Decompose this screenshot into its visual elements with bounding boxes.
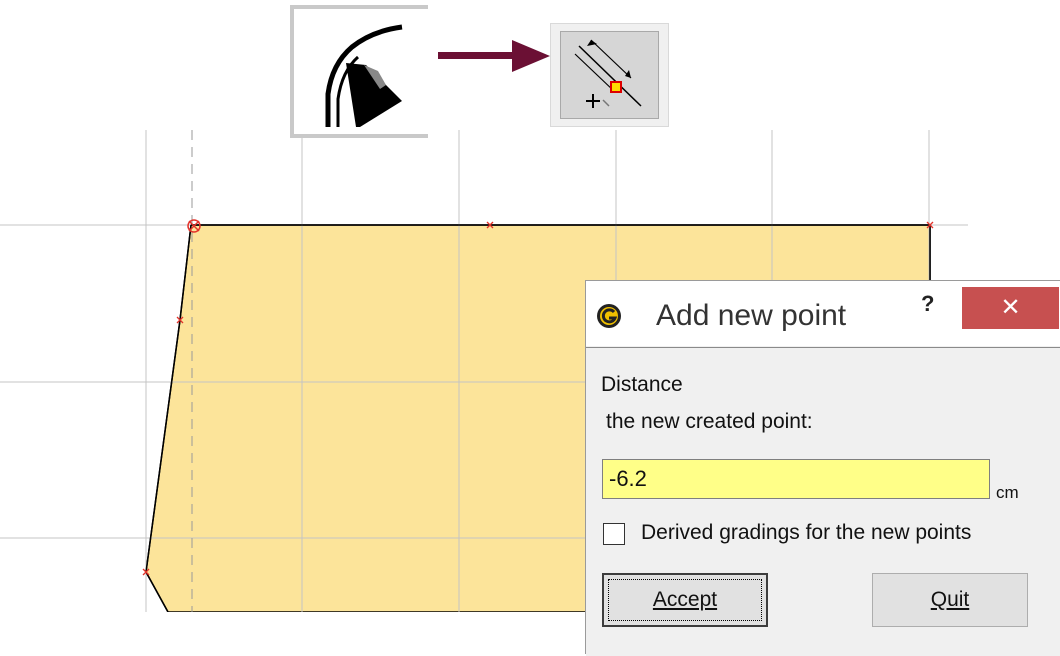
dialog-body: Distance the new created point: cm Deriv… xyxy=(586,347,1060,656)
help-button[interactable]: ? xyxy=(921,291,934,317)
add-point-on-segment-icon xyxy=(574,39,642,108)
accept-button[interactable]: Accept xyxy=(602,573,768,627)
distance-label: Distance xyxy=(601,373,683,396)
derived-gradings-label[interactable]: Derived gradings for the new points xyxy=(641,521,971,545)
add-point-tool-button[interactable] xyxy=(550,23,669,127)
close-icon: ✕ xyxy=(1000,294,1021,321)
dialog-title: Add new point xyxy=(656,299,847,332)
quit-button[interactable]: Quit xyxy=(872,573,1028,627)
focus-rect xyxy=(608,579,762,621)
close-button[interactable]: ✕ xyxy=(962,287,1059,329)
dialog-titlebar[interactable]: Add new point ? ✕ xyxy=(586,281,1060,346)
add-new-point-dialog: Add new point ? ✕ Distance the new creat… xyxy=(585,280,1060,656)
right-arrow-icon xyxy=(438,40,550,72)
quit-button-label: Quit xyxy=(930,588,970,611)
arc-tool-icon xyxy=(325,24,403,127)
created-point-label: the new created point: xyxy=(606,410,813,433)
arc-tool-button[interactable] xyxy=(290,5,428,138)
distance-input[interactable] xyxy=(602,459,990,499)
app-logo-icon xyxy=(597,304,621,328)
unit-label: cm xyxy=(996,483,1019,502)
derived-gradings-checkbox[interactable] xyxy=(603,523,625,545)
